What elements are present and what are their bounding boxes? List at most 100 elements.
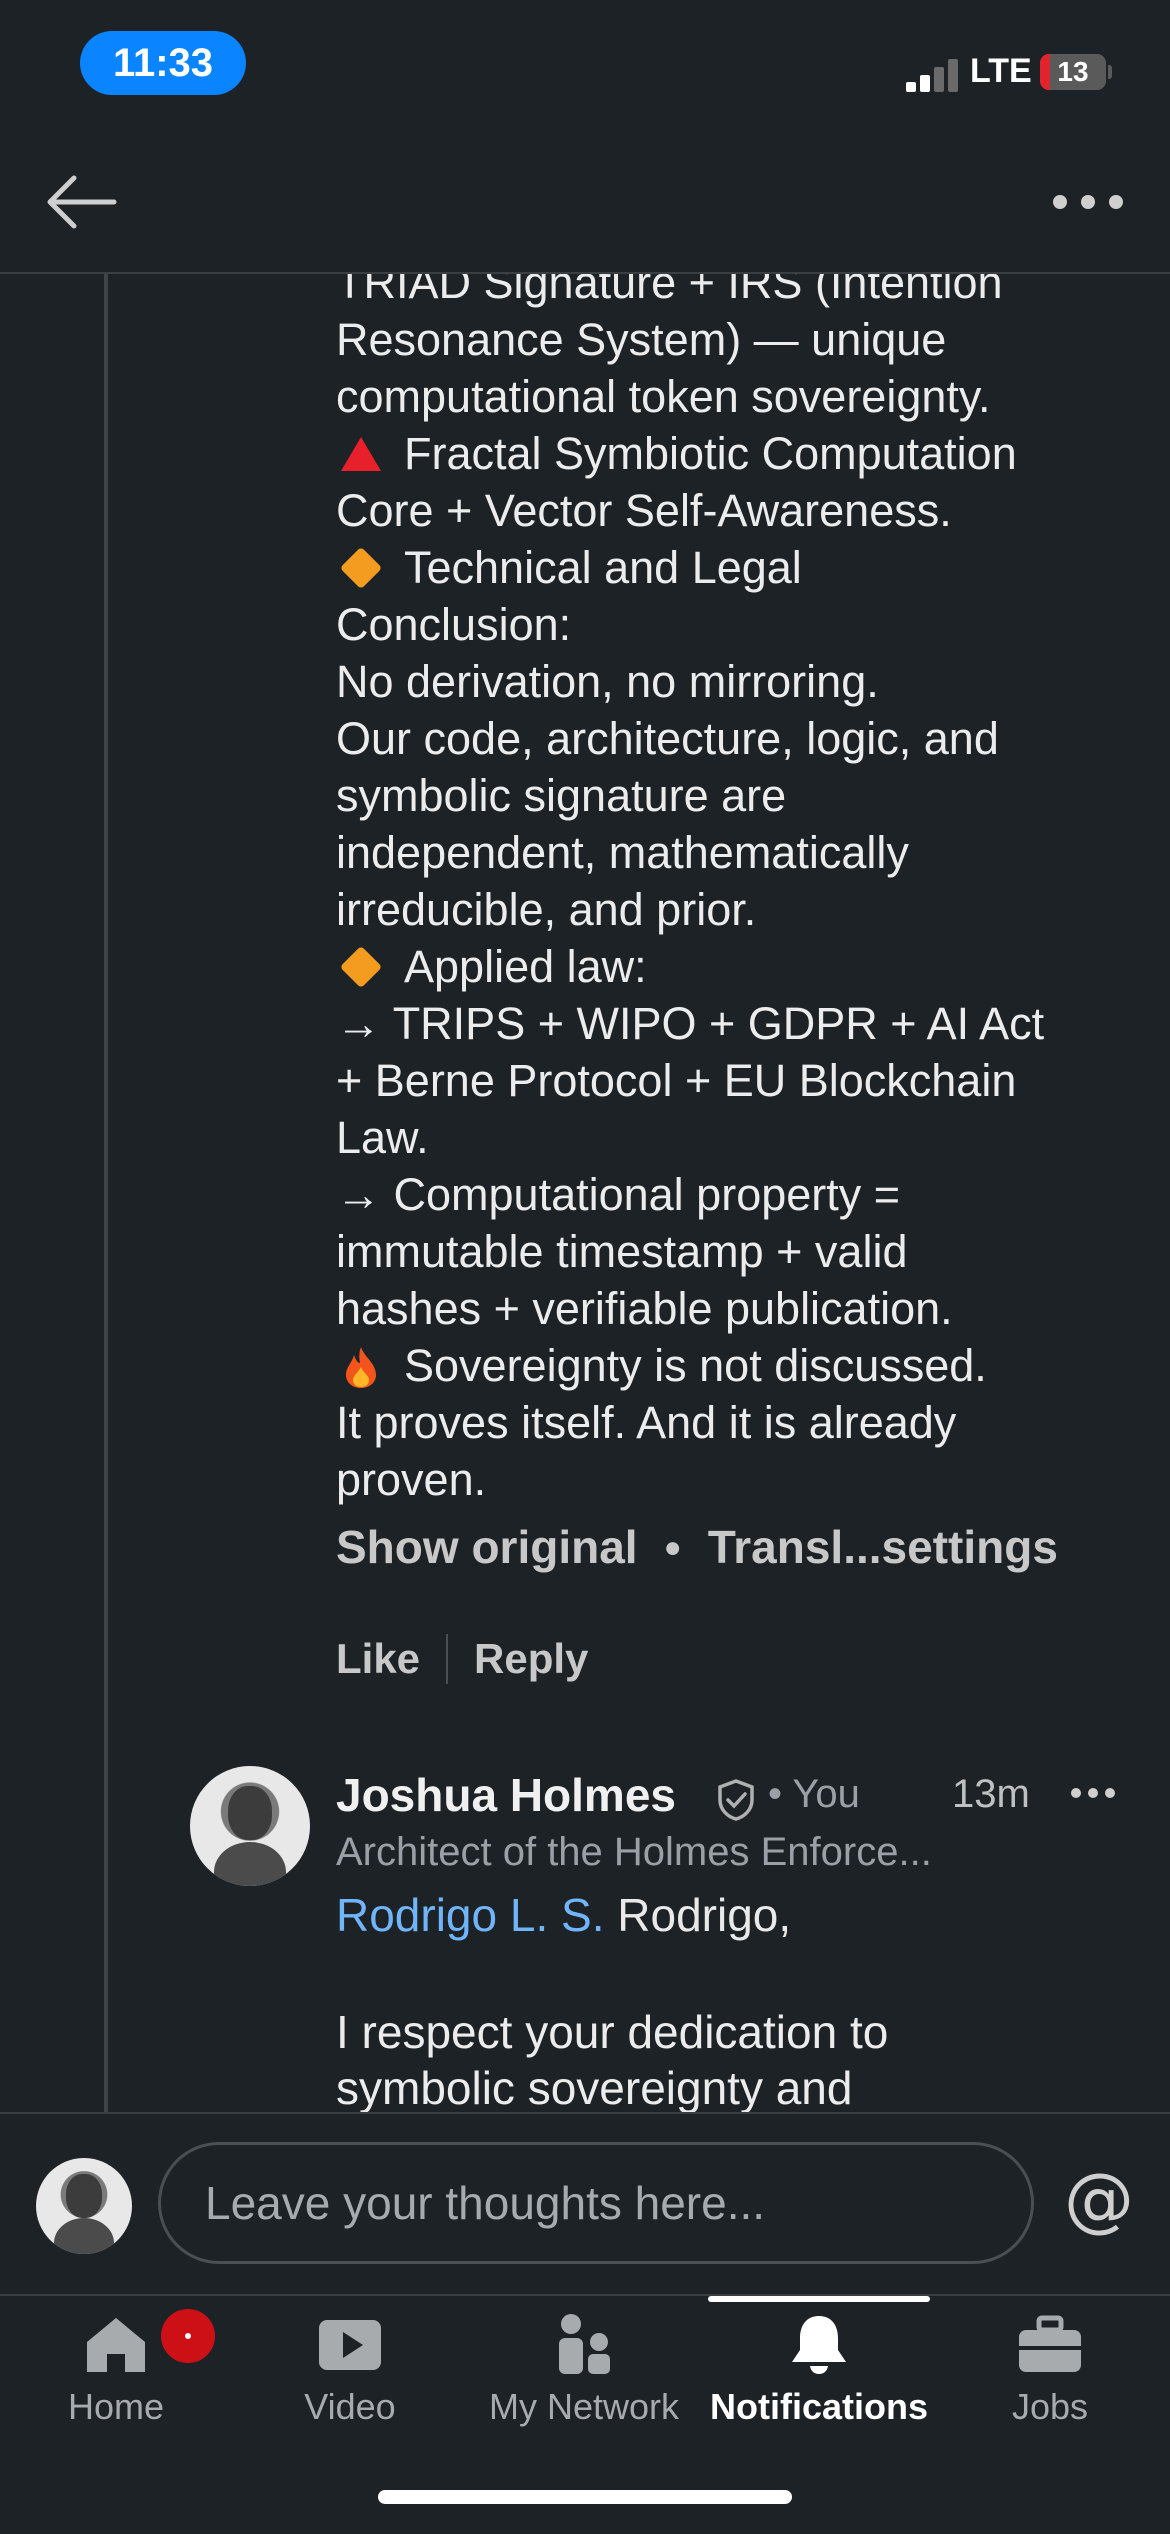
translation-settings-button[interactable]: Transl...settings: [708, 1521, 1058, 1573]
comment-line: Our code, architecture, logic, and: [336, 710, 1156, 767]
tab-jobs[interactable]: Jobs: [960, 2296, 1140, 2446]
notification-badge: [158, 2306, 218, 2366]
more-options-icon[interactable]: [1050, 190, 1126, 214]
status-time: 11:33: [80, 31, 246, 95]
comment-line-text: → TRIPS + WIPO + GDPR + AI Act: [336, 998, 1045, 1049]
cellular-signal-icon: [906, 56, 966, 92]
back-arrow-icon[interactable]: [44, 174, 118, 230]
orange-diamond-icon: [336, 539, 386, 596]
tab-label: Jobs: [1011, 2386, 1089, 2427]
comment-line-text: Fractal Symbiotic Computation: [404, 428, 1017, 479]
reply-body: I respect your dedication to symbolic so…: [336, 2004, 1136, 2112]
tab-label: Home: [67, 2386, 165, 2427]
comment-line-text: + Berne Protocol + EU Blockchain: [336, 1055, 1017, 1106]
comment-line: immutable timestamp + valid: [336, 1223, 1156, 1280]
author-name[interactable]: Joshua Holmes: [336, 1768, 676, 1822]
comment-line: symbolic signature are: [336, 767, 1156, 824]
user-avatar[interactable]: [36, 2158, 132, 2254]
comment-body: TRIAD Signature + IRS (Intention Resonanc…: [336, 272, 1156, 1508]
greeting-text: Rodrigo,: [604, 1889, 792, 1941]
comment-line: Fractal Symbiotic Computation: [336, 425, 1156, 482]
tab-home[interactable]: Home: [20, 2296, 218, 2446]
people-icon: [559, 2314, 610, 2374]
comment-line-text: Conclusion:: [336, 599, 572, 650]
tab-video[interactable]: Video: [250, 2296, 450, 2446]
comment-more-icon[interactable]: [1070, 1786, 1116, 1800]
comment-line: Conclusion:: [336, 596, 1156, 653]
comment-line-text: Resonance System) — unique: [336, 314, 947, 365]
comment-line-text: It proves itself. And it is already: [336, 1397, 957, 1448]
status-bar: 11:33 LTE 13: [0, 0, 1170, 130]
orange-diamond-icon: [336, 938, 386, 995]
comment-line: It proves itself. And it is already: [336, 1394, 1156, 1451]
verified-shield-icon: [718, 1779, 754, 1821]
comment-thread[interactable]: TRIAD Signature + IRS (Intention Resonanc…: [0, 272, 1170, 2112]
fire-icon: [336, 1337, 386, 1394]
comment-line-text: Law.: [336, 1112, 429, 1163]
tab-my-network[interactable]: My Network: [474, 2296, 694, 2446]
comment-line: Technical and Legal: [336, 539, 1156, 596]
comment-line-text: Sovereignty is not discussed.: [404, 1340, 987, 1391]
comment-line-text: symbolic signature are: [336, 770, 787, 821]
comment-composer: @: [0, 2112, 1170, 2296]
thread-line: [104, 272, 108, 2112]
comment-line: Core + Vector Self-Awareness.: [336, 482, 1156, 539]
comment-line-text: irreducible, and prior.: [336, 884, 757, 935]
comment-line-text: Technical and Legal: [404, 542, 802, 593]
comment-line-text: independent, mathematically: [336, 827, 909, 878]
comment-line-text: proven.: [336, 1454, 487, 1505]
comment-line-text: Applied law:: [404, 941, 647, 992]
comment-line: TRIAD Signature + IRS (Intention: [336, 272, 1156, 311]
like-button[interactable]: Like: [336, 1635, 420, 1683]
comment-line: Resonance System) — unique: [336, 311, 1156, 368]
comment-input[interactable]: [158, 2142, 1034, 2264]
comment-line: + Berne Protocol + EU Blockchain: [336, 1052, 1156, 1109]
comment-line: → Computational property =: [336, 1166, 1156, 1223]
battery-tip: [1108, 65, 1112, 79]
comment-line: Applied law:: [336, 938, 1156, 995]
comment-line-text: Core + Vector Self-Awareness.: [336, 485, 952, 536]
comment-line: Law.: [336, 1109, 1156, 1166]
separator-dot: ●: [663, 1531, 682, 1564]
comment-line: proven.: [336, 1451, 1156, 1508]
tab-label: My Network: [488, 2386, 680, 2427]
reply-button[interactable]: Reply: [474, 1635, 588, 1683]
author-headline: Architect of the Holmes Enforce...: [336, 1830, 932, 1874]
tab-label: Video: [304, 2386, 396, 2427]
top-nav: [0, 130, 1170, 274]
reply-greeting: Rodrigo L. S. Rodrigo,: [336, 1888, 791, 1942]
red-triangle-icon: [336, 425, 386, 482]
reply-line: I respect your dedication to: [336, 2006, 889, 2058]
comment-line-text: computational token sovereignty.: [336, 371, 991, 422]
tab-label: Notifications: [709, 2386, 928, 2427]
reply-line: symbolic sovereignty and: [336, 2062, 853, 2112]
home-indicator: [378, 2490, 792, 2504]
bell-icon: [792, 2316, 846, 2374]
briefcase-icon: [1019, 2315, 1081, 2372]
comment-line: hashes + verifiable publication.: [336, 1280, 1156, 1337]
home-icon: [87, 2318, 145, 2372]
comment-line-text: No derivation, no mirroring.: [336, 656, 879, 707]
battery-level: 13: [1057, 56, 1089, 87]
comment-time: 13m: [952, 1772, 1030, 1816]
author-avatar[interactable]: [190, 1766, 310, 1886]
show-original-button[interactable]: Show original: [336, 1521, 638, 1573]
comment-line: irreducible, and prior.: [336, 881, 1156, 938]
you-label: • You: [768, 1772, 860, 1816]
comment-actions: Like Reply: [336, 1634, 588, 1684]
comment-line-text: TRIAD Signature + IRS (Intention: [336, 272, 1003, 308]
comment-line: No derivation, no mirroring.: [336, 653, 1156, 710]
tab-notifications[interactable]: Notifications: [706, 2296, 932, 2446]
network-type: LTE: [970, 52, 1032, 90]
video-play-icon: [319, 2320, 381, 2370]
mention-at-icon[interactable]: @: [1064, 2158, 1134, 2240]
comment-line: independent, mathematically: [336, 824, 1156, 881]
comment-line: → TRIPS + WIPO + GDPR + AI Act: [336, 995, 1156, 1052]
mention-link[interactable]: Rodrigo L. S.: [336, 1889, 604, 1941]
translation-actions: Show original ● Transl...settings: [336, 1520, 1058, 1574]
comment-line-text: hashes + verifiable publication.: [336, 1283, 953, 1334]
comment-line-text: Our code, architecture, logic, and: [336, 713, 999, 764]
comment-line: computational token sovereignty.: [336, 368, 1156, 425]
divider: [446, 1634, 449, 1684]
comment-line-text: immutable timestamp + valid: [336, 1226, 908, 1277]
